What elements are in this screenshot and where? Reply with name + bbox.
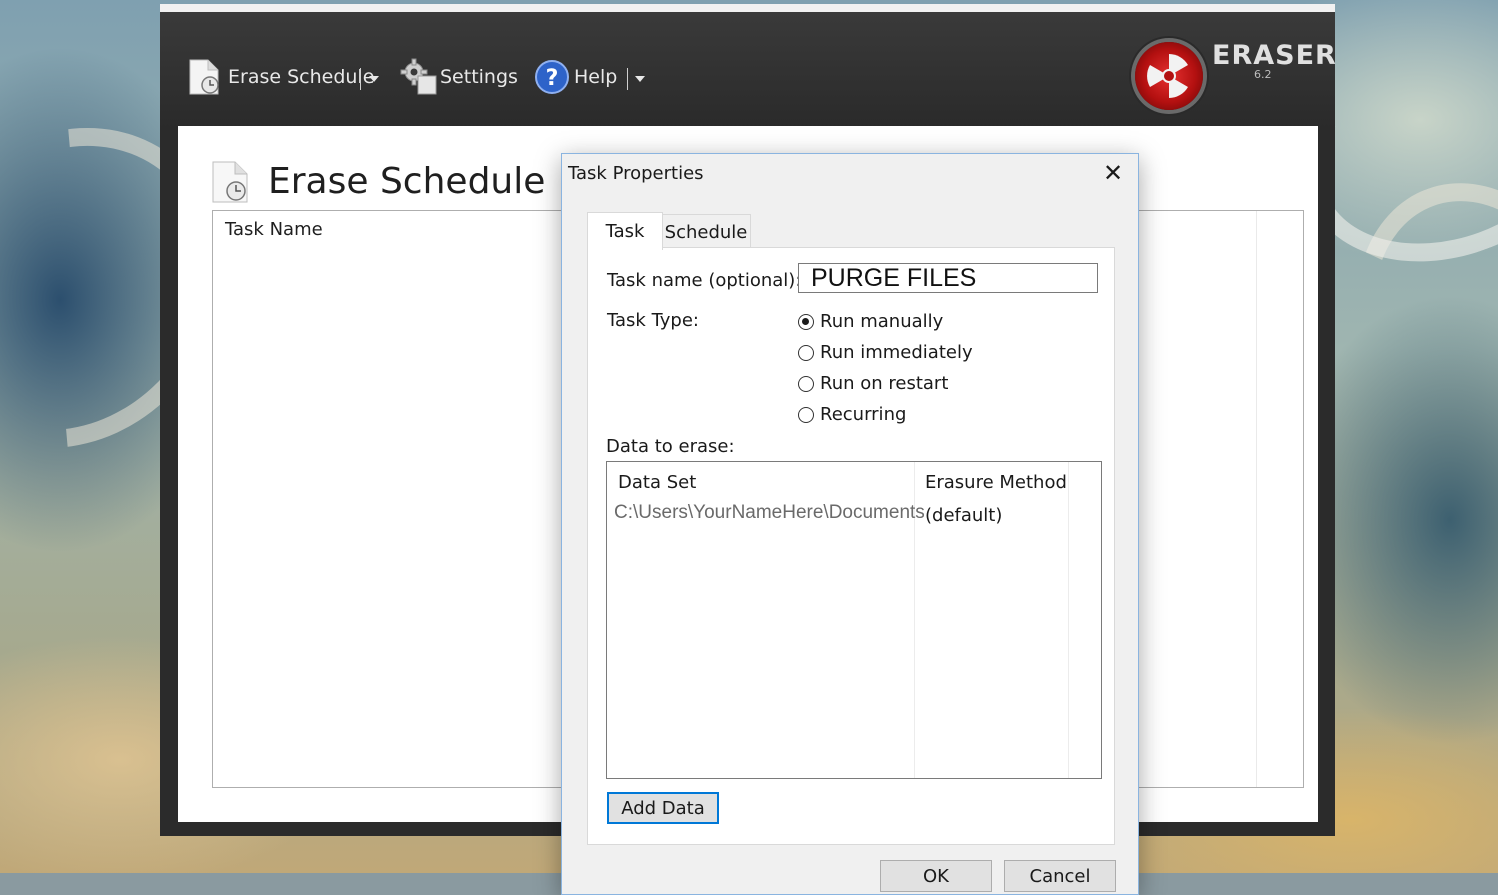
cancel-button[interactable]: Cancel (1004, 860, 1116, 892)
radio-button[interactable] (798, 375, 814, 392)
task-type-label: Task Type: (607, 310, 699, 331)
tab-schedule[interactable]: Schedule (661, 214, 751, 249)
data-to-erase-list[interactable]: Data Set Erasure Method C:\Users\YourNam… (606, 461, 1102, 779)
data-to-erase-label: Data to erase: (606, 436, 735, 457)
erasure-method-cell[interactable]: (default) (925, 505, 1002, 526)
radio-label: Recurring (820, 404, 907, 425)
radio-recurring[interactable]: Recurring (798, 404, 906, 425)
page-title: Erase Schedule (268, 161, 546, 202)
radio-label: Run on restart (820, 373, 949, 394)
toolbar: Erase Schedule Settings ? Help ERASER 6.… (160, 12, 1337, 130)
svg-text:?: ? (546, 66, 559, 91)
task-name-input[interactable] (798, 263, 1098, 293)
erase-schedule-page-icon (212, 161, 248, 203)
settings-label: Settings (440, 66, 518, 88)
dialog-title: Task Properties (568, 163, 704, 184)
radio-run-manually[interactable]: Run manually (798, 311, 943, 332)
settings-gear-icon (400, 58, 437, 95)
erase-schedule-icon (189, 59, 219, 95)
data-set-cell[interactable]: C:\Users\YourNameHere\Documents (614, 502, 925, 524)
ok-button[interactable]: OK (880, 860, 992, 892)
help-label: Help (574, 66, 618, 88)
task-properties-dialog: Task Properties ✕ Task Schedule Task nam… (561, 153, 1139, 895)
column-header-erasure-method[interactable]: Erasure Method (925, 472, 1067, 493)
column-header-data-set[interactable]: Data Set (618, 472, 696, 493)
erase-schedule-label: Erase Schedule (228, 66, 375, 88)
dropdown-arrow-icon[interactable] (369, 76, 379, 82)
task-name-label: Task name (optional): (607, 270, 802, 291)
brand-version: 6.2 (1254, 68, 1272, 81)
toolbar-separator (360, 68, 361, 90)
column-divider (1068, 462, 1069, 778)
radio-button-selected[interactable] (798, 313, 814, 330)
tab-task[interactable]: Task (587, 212, 663, 250)
radio-run-immediately[interactable]: Run immediately (798, 342, 973, 363)
erase-schedule-button[interactable]: Erase Schedule (188, 59, 375, 95)
add-data-button[interactable]: Add Data (607, 792, 719, 824)
column-divider (1256, 211, 1257, 787)
radiation-symbol-icon (1147, 54, 1188, 98)
radio-button[interactable] (798, 344, 814, 361)
help-icon: ? (535, 60, 569, 94)
radio-run-on-restart[interactable]: Run on restart (798, 373, 948, 394)
brand-name: ERASER (1212, 40, 1337, 71)
column-header-task-name[interactable]: Task Name (225, 219, 323, 240)
toolbar-separator (627, 68, 628, 90)
radio-label: Run immediately (820, 342, 973, 363)
radio-button[interactable] (798, 406, 814, 423)
eraser-logo-icon (1135, 42, 1203, 110)
close-icon[interactable]: ✕ (1100, 160, 1126, 186)
radio-label: Run manually (820, 311, 944, 332)
task-tab-panel: Task name (optional): Task Type: Run man… (587, 247, 1115, 845)
settings-button[interactable]: Settings (400, 58, 518, 95)
dropdown-arrow-icon[interactable] (635, 76, 645, 82)
help-button[interactable]: ? Help (534, 60, 617, 94)
window-top-border (160, 4, 1335, 12)
